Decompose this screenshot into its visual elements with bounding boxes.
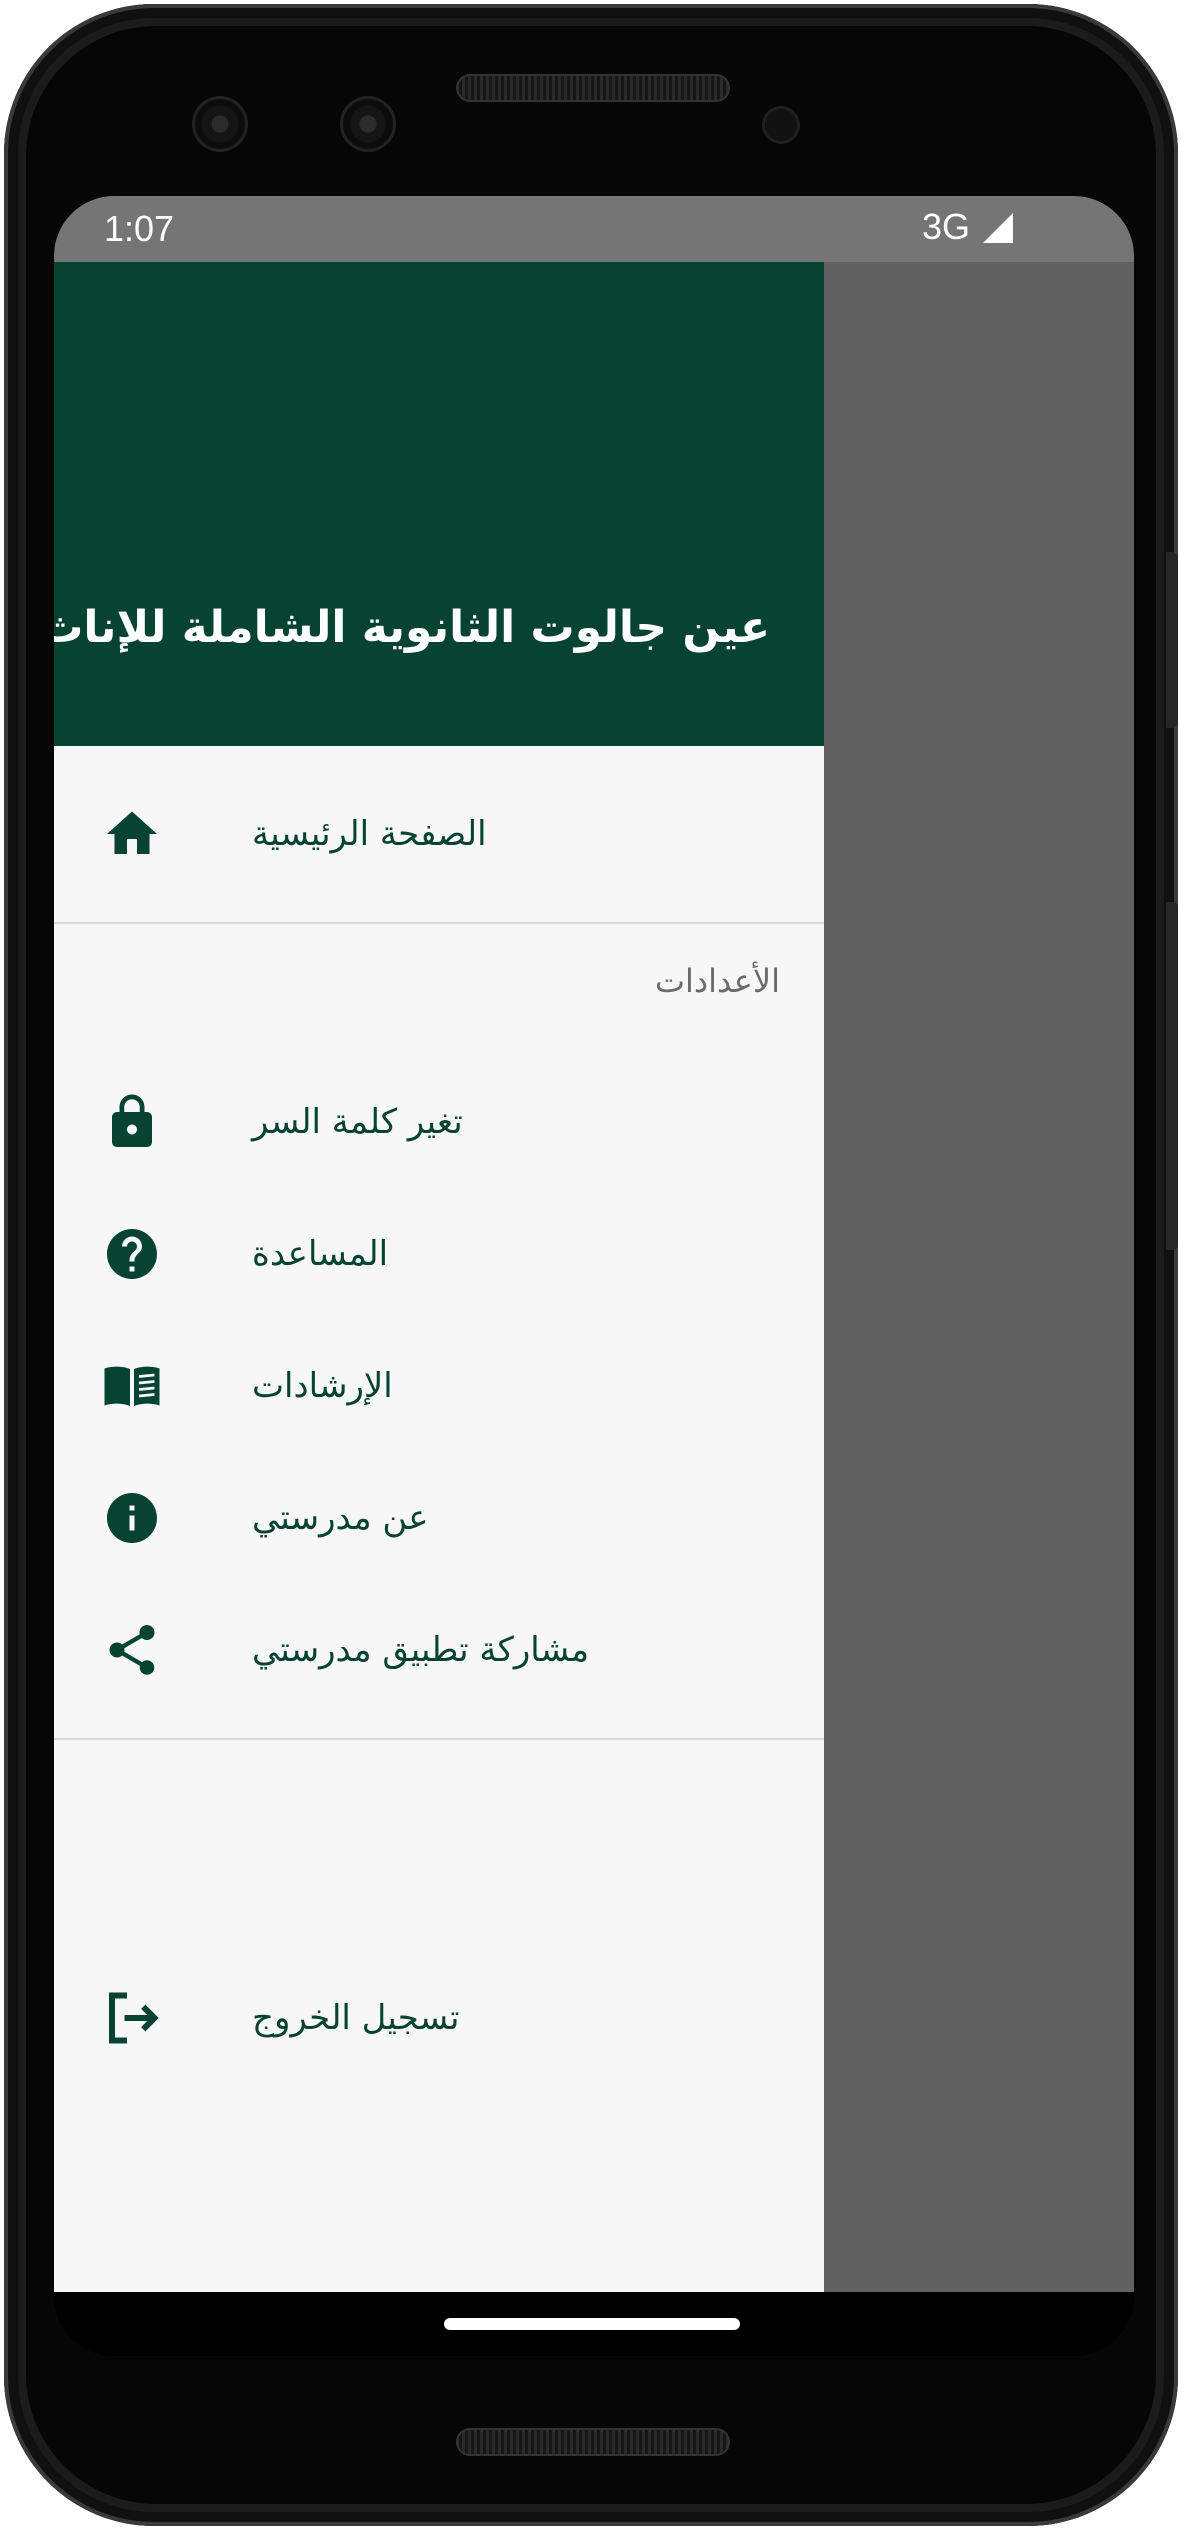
- home-gesture-handle[interactable]: [444, 2318, 740, 2330]
- school-name-title: عين جالوت الثانوية الشاملة للإناث: [54, 602, 770, 653]
- signal-icon: [983, 213, 1013, 243]
- settings-section-header: الأعدادات: [654, 962, 780, 1000]
- menu-item-share-app[interactable]: مشاركة تطبيق مدرستي: [54, 1584, 824, 1716]
- divider: [54, 922, 824, 924]
- menu-item-help-label: المساعدة: [252, 1234, 389, 1274]
- menu-item-guidelines[interactable]: الإرشادات: [54, 1320, 824, 1452]
- menu-item-home[interactable]: الصفحة الرئيسية: [54, 746, 824, 922]
- proximity-sensor: [762, 106, 800, 144]
- book-icon: [104, 1366, 160, 1406]
- share-icon: [109, 1625, 155, 1675]
- volume-button: [1166, 902, 1178, 1250]
- screen: 1:07 3G عين جالوت الثانوية الشاملة للإنا…: [54, 196, 1134, 2356]
- lock-icon: [112, 1094, 152, 1147]
- divider: [54, 1738, 824, 1740]
- front-camera: [192, 96, 248, 152]
- front-camera-secondary: [340, 96, 396, 152]
- network-type: 3G: [921, 206, 970, 247]
- info-icon: [107, 1493, 157, 1543]
- menu-item-about-school[interactable]: عن مدرستي: [54, 1452, 824, 1584]
- bottom-speaker: [456, 2428, 730, 2456]
- menu-item-logout-label: تسجيل الخروج: [252, 1998, 460, 2038]
- menu-item-about-school-label: عن مدرستي: [252, 1498, 429, 1538]
- status-bar: 1:07 3G: [54, 196, 1134, 262]
- earpiece-speaker: [456, 74, 730, 102]
- menu-item-change-password[interactable]: تغير كلمة السر: [54, 1056, 824, 1188]
- logout-icon: [109, 1992, 159, 2044]
- menu-item-guidelines-label: الإرشادات: [252, 1366, 393, 1406]
- menu-item-logout[interactable]: تسجيل الخروج: [54, 1952, 824, 2084]
- home-icon: [107, 811, 157, 854]
- status-time: 1:07: [104, 208, 175, 249]
- power-button: [1166, 552, 1178, 728]
- help-icon: [107, 1229, 157, 1279]
- menu-item-share-app-label: مشاركة تطبيق مدرستي: [252, 1630, 590, 1670]
- menu-item-help[interactable]: المساعدة: [54, 1188, 824, 1320]
- drawer-header: عين جالوت الثانوية الشاملة للإناث: [54, 262, 824, 746]
- system-navigation-bar: [54, 2292, 1134, 2356]
- menu-item-change-password-label: تغير كلمة السر: [252, 1102, 463, 1142]
- navigation-drawer: عين جالوت الثانوية الشاملة للإناث الصفحة…: [54, 262, 824, 2292]
- menu-item-home-label: الصفحة الرئيسية: [252, 814, 487, 854]
